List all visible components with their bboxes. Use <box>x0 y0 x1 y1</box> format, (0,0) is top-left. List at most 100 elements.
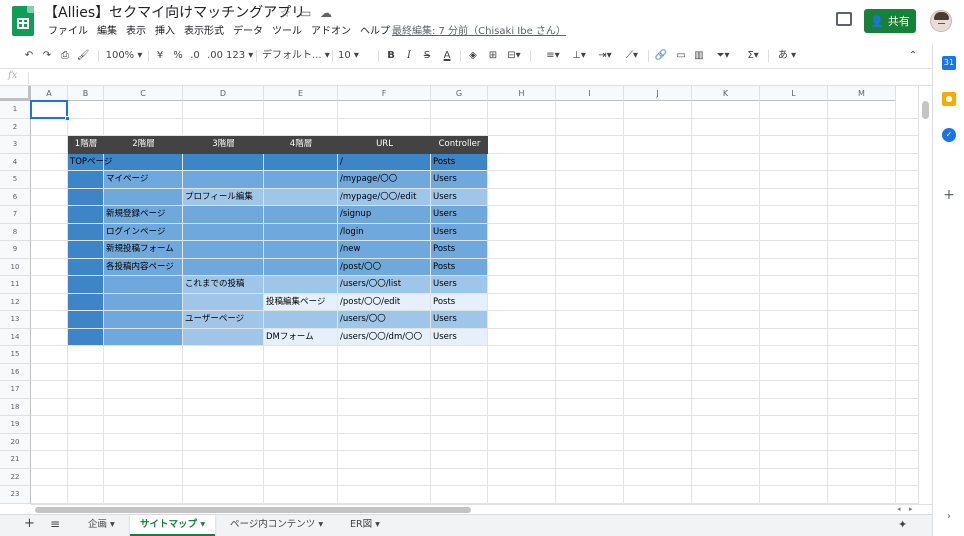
row-header-16[interactable]: 16 <box>0 363 31 381</box>
row-header-7[interactable]: 7 <box>0 206 31 224</box>
row-header-17[interactable]: 17 <box>0 381 31 399</box>
table-cell[interactable]: マイページ <box>104 171 148 189</box>
sheets-logo-icon[interactable] <box>12 6 34 36</box>
menu-edit[interactable]: 編集 <box>97 24 117 40</box>
redo-icon[interactable]: ↷ <box>40 44 54 68</box>
table-cell[interactable]: /users/〇〇/list <box>338 276 401 294</box>
row-header-21[interactable]: 21 <box>0 451 31 469</box>
row-header-23[interactable]: 23 <box>0 486 31 504</box>
table-cell[interactable]: Posts <box>431 259 455 277</box>
column-header-k[interactable]: K <box>692 86 760 101</box>
row-header-2[interactable]: 2 <box>0 118 31 136</box>
column-header-b[interactable]: B <box>68 86 104 101</box>
table-header-cell[interactable]: 4階層 <box>264 136 338 154</box>
row-header-13[interactable]: 13 <box>0 311 31 329</box>
menu-view[interactable]: 表示 <box>126 24 146 40</box>
paint-format-icon[interactable]: 🖌 <box>76 44 90 68</box>
table-cell[interactable]: /post/〇〇/edit <box>338 294 400 312</box>
italic-button[interactable]: I <box>402 44 416 68</box>
row-header-12[interactable]: 12 <box>0 293 31 311</box>
tab-sitemap[interactable]: サイトマップ ▾ <box>130 515 216 536</box>
merge-cells-icon[interactable]: ⊟▾ <box>504 44 524 68</box>
insert-chart-icon[interactable]: ▥ <box>692 44 706 68</box>
input-tools-select[interactable]: あ ▾ <box>774 44 800 68</box>
percent-format-button[interactable]: % <box>172 44 184 68</box>
collapse-menus-icon[interactable]: ⌃ <box>906 44 920 68</box>
move-folder-icon[interactable]: ▭ <box>300 4 311 22</box>
row-header-14[interactable]: 14 <box>0 328 31 346</box>
table-header-cell[interactable]: 3階層 <box>183 136 264 154</box>
table-cell[interactable]: Users <box>431 189 457 207</box>
table-cell[interactable]: /users/〇〇 <box>338 311 386 329</box>
tab-er-diagram[interactable]: ER図 ▾ <box>340 515 390 536</box>
undo-icon[interactable]: ↶ <box>22 44 36 68</box>
borders-icon[interactable]: ⊞ <box>486 44 500 68</box>
table-cell[interactable]: Users <box>431 329 457 347</box>
row-header-9[interactable]: 9 <box>0 241 31 259</box>
tasks-icon[interactable]: ✓ <box>942 128 956 142</box>
table-cell[interactable]: /new <box>338 241 360 259</box>
column-header-i[interactable]: I <box>556 86 624 101</box>
horizontal-scrollbar[interactable]: ◂ ▸ <box>31 504 932 514</box>
menu-insert[interactable]: 挿入 <box>155 24 175 40</box>
scroll-left-icon[interactable]: ◂ <box>897 505 901 513</box>
table-cell[interactable]: /mypage/〇〇/edit <box>338 189 416 207</box>
menu-help[interactable]: ヘルプ <box>360 24 390 40</box>
keep-icon[interactable]: ● <box>942 92 956 106</box>
text-color-button[interactable]: A <box>440 44 454 68</box>
menu-data[interactable]: データ <box>233 24 263 40</box>
strikethrough-button[interactable]: S <box>420 44 434 68</box>
column-header-m[interactable]: M <box>828 86 896 101</box>
insert-link-icon[interactable]: 🔗 <box>654 44 668 68</box>
document-title[interactable]: 【Allies】セクマイ向けマッチングアプリ <box>44 4 305 22</box>
table-cell[interactable]: Users <box>431 311 457 329</box>
table-cell[interactable]: 投稿編集ページ <box>264 294 325 312</box>
expand-panel-icon[interactable]: › <box>942 510 956 524</box>
comment-history-icon[interactable] <box>836 12 852 26</box>
more-formats-select[interactable]: 123 ▾ <box>226 44 253 68</box>
menu-file[interactable]: ファイル <box>48 24 88 40</box>
table-cell[interactable]: 各投稿内容ページ <box>104 259 174 277</box>
font-family-select[interactable]: デフォルト... ▾ <box>262 44 330 68</box>
column-header-c[interactable]: C <box>104 86 183 101</box>
table-header-cell[interactable]: Controller <box>431 136 488 154</box>
table-header-cell[interactable]: 1階層 <box>68 136 104 154</box>
column-header-f[interactable]: F <box>338 86 431 101</box>
row-header-18[interactable]: 18 <box>0 398 31 416</box>
table-cell[interactable]: /mypage/〇〇 <box>338 171 397 189</box>
table-cell[interactable]: DMフォーム <box>264 329 314 347</box>
share-button[interactable]: 👤 共有 <box>864 9 916 33</box>
row-header-22[interactable]: 22 <box>0 468 31 486</box>
scroll-right-icon[interactable]: ▸ <box>909 505 913 513</box>
avatar[interactable] <box>930 10 952 32</box>
column-header-e[interactable]: E <box>264 86 338 101</box>
currency-format-button[interactable]: ¥ <box>154 44 166 68</box>
menu-format[interactable]: 表示形式 <box>184 24 224 40</box>
row-header-10[interactable]: 10 <box>0 258 31 276</box>
calendar-icon[interactable]: 31 <box>942 56 956 70</box>
table-cell[interactable]: これまでの投稿 <box>183 276 245 294</box>
table-header-cell[interactable]: URL <box>338 136 431 154</box>
table-cell[interactable]: Posts <box>431 294 455 312</box>
table-cell[interactable]: 新規登録ページ <box>104 206 165 224</box>
column-header-l[interactable]: L <box>760 86 828 101</box>
column-header-a[interactable]: A <box>31 86 68 101</box>
row-header-20[interactable]: 20 <box>0 433 31 451</box>
row-header-8[interactable]: 8 <box>0 223 31 241</box>
zoom-select[interactable]: 100% ▾ <box>104 44 144 68</box>
table-cell[interactable]: Posts <box>431 241 455 259</box>
fill-handle[interactable] <box>65 115 70 121</box>
font-size-select[interactable]: 10 ▾ <box>338 44 374 68</box>
table-cell[interactable]: /signup <box>338 206 371 224</box>
table-cell[interactable]: / <box>338 154 343 172</box>
table-cell[interactable]: Users <box>431 171 457 189</box>
table-cell[interactable]: /users/〇〇/dm/〇〇 <box>338 329 422 347</box>
add-addon-icon[interactable]: + <box>942 188 956 202</box>
table-cell[interactable]: TOPページ <box>68 154 112 172</box>
table-cell[interactable]: Users <box>431 224 457 242</box>
row-header-6[interactable]: 6 <box>0 188 31 206</box>
filter-icon[interactable]: ⏷▾ <box>712 44 734 68</box>
column-header-h[interactable]: H <box>488 86 556 101</box>
row-header-19[interactable]: 19 <box>0 416 31 434</box>
tab-kikaku[interactable]: 企画 ▾ <box>78 515 125 536</box>
